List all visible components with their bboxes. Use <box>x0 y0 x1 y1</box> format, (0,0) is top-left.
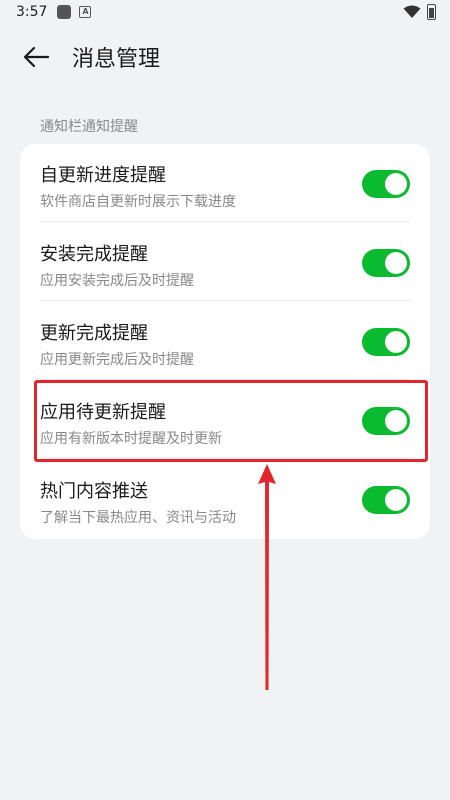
divider <box>40 221 410 222</box>
status-time: 3:57 <box>16 4 48 20</box>
setting-title: 更新完成提醒 <box>40 323 148 344</box>
page-title: 消息管理 <box>72 47 161 72</box>
setting-title: 应用待更新提醒 <box>40 402 166 423</box>
toggle-knob <box>385 331 407 353</box>
notification-a-icon: A <box>79 6 92 18</box>
divider <box>40 458 410 459</box>
setting-subtitle: 应用更新完成后及时提醒 <box>40 352 194 368</box>
setting-row-pending-update[interactable]: 应用待更新提醒 应用有新版本时提醒及时更新 <box>20 381 430 459</box>
back-button[interactable] <box>16 37 56 77</box>
header: 消息管理 <box>0 36 450 78</box>
setting-subtitle: 应用安装完成后及时提醒 <box>40 273 194 289</box>
status-right <box>403 4 436 20</box>
toggle-switch[interactable] <box>362 407 410 435</box>
setting-title: 自更新进度提醒 <box>40 165 166 186</box>
setting-title: 热门内容推送 <box>40 481 148 502</box>
toggle-switch[interactable] <box>362 328 410 356</box>
setting-subtitle: 应用有新版本时提醒及时更新 <box>40 431 222 447</box>
battery-icon <box>427 4 436 20</box>
divider <box>40 379 410 380</box>
arrow-left-icon <box>23 46 50 68</box>
section-label: 通知栏通知提醒 <box>40 119 138 135</box>
wifi-icon <box>403 5 421 18</box>
setting-row-update-complete[interactable]: 更新完成提醒 应用更新完成后及时提醒 <box>20 302 430 380</box>
toggle-knob <box>385 489 407 511</box>
toggle-knob <box>385 173 407 195</box>
notification-app-icon <box>57 5 72 19</box>
setting-title: 安装完成提醒 <box>40 244 148 265</box>
setting-row-install-complete[interactable]: 安装完成提醒 应用安装完成后及时提醒 <box>20 223 430 301</box>
setting-row-auto-update-progress[interactable]: 自更新进度提醒 软件商店自更新时展示下载进度 <box>20 144 430 222</box>
setting-subtitle: 软件商店自更新时展示下载进度 <box>40 194 236 210</box>
setting-row-hot-content-push[interactable]: 热门内容推送 了解当下最热应用、资讯与活动 <box>20 460 430 538</box>
toggle-switch[interactable] <box>362 249 410 277</box>
divider <box>40 300 410 301</box>
setting-subtitle: 了解当下最热应用、资讯与活动 <box>40 510 236 526</box>
toggle-switch[interactable] <box>362 170 410 198</box>
toggle-knob <box>385 252 407 274</box>
toggle-switch[interactable] <box>362 486 410 514</box>
settings-card: 自更新进度提醒 软件商店自更新时展示下载进度 安装完成提醒 应用安装完成后及时提… <box>20 144 430 539</box>
toggle-knob <box>385 410 407 432</box>
status-bar: 3:57 A <box>0 0 450 24</box>
